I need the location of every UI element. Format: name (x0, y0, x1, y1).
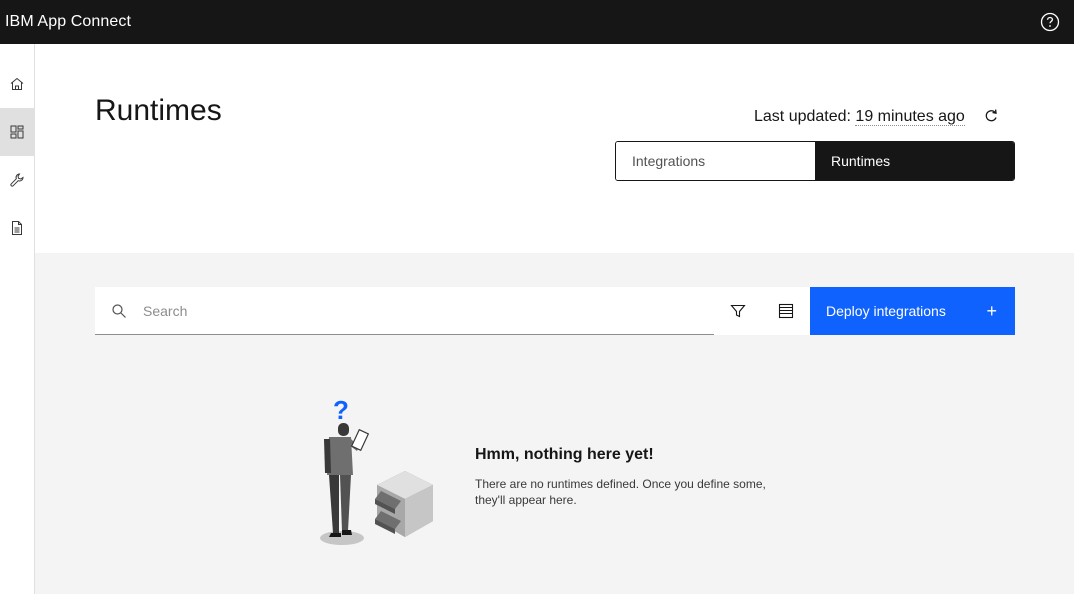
page-header: Runtimes Last updated: 19 minutes ago In… (35, 44, 1074, 253)
table-toolbar: Deploy integrations + (95, 287, 1015, 335)
document-icon (12, 221, 22, 235)
refresh-icon[interactable] (983, 108, 999, 124)
last-updated-label: Last updated: (754, 108, 851, 125)
switch-runtimes[interactable]: Runtimes (815, 142, 1014, 180)
deploy-integrations-button[interactable]: Deploy integrations + (810, 287, 1015, 335)
help-icon[interactable] (1040, 12, 1060, 32)
brand-name[interactable]: IBM App Connect (5, 13, 131, 31)
top-header: IBM App Connect (0, 0, 1074, 44)
question-mark-icon: ? (333, 395, 349, 425)
nav-documents[interactable] (0, 204, 34, 252)
brand-ibm: IBM (5, 13, 34, 30)
side-navigation (0, 44, 35, 594)
dashboard-icon (10, 125, 24, 139)
nav-dashboard[interactable] (0, 108, 34, 156)
add-icon: + (986, 301, 997, 321)
deploy-label: Deploy integrations (826, 303, 946, 319)
view-toggle-button[interactable] (762, 287, 810, 335)
page-title: Runtimes (95, 94, 222, 127)
last-updated: Last updated: 19 minutes ago (754, 108, 965, 126)
filter-button[interactable] (714, 287, 762, 335)
list-view-icon (778, 303, 794, 319)
filter-icon (730, 304, 746, 318)
content-switcher: Integrations Runtimes (615, 141, 1015, 181)
nav-home[interactable] (0, 60, 34, 108)
search-input[interactable] (143, 287, 703, 334)
nav-tools[interactable] (0, 156, 34, 204)
last-updated-time: 19 minutes ago (855, 108, 965, 126)
empty-state-illustration: ? (320, 395, 433, 545)
main-content: Deploy integrations + ? Hmm, nothing her… (35, 253, 1074, 594)
empty-state-title: Hmm, nothing here yet! (475, 446, 654, 463)
wrench-icon (10, 173, 24, 187)
search-box (95, 287, 714, 335)
empty-state-description: There are no runtimes defined. Once you … (475, 477, 766, 507)
home-icon (10, 77, 24, 90)
search-icon (112, 304, 126, 318)
switch-integrations[interactable]: Integrations (616, 142, 815, 180)
brand-product: App Connect (37, 13, 132, 30)
